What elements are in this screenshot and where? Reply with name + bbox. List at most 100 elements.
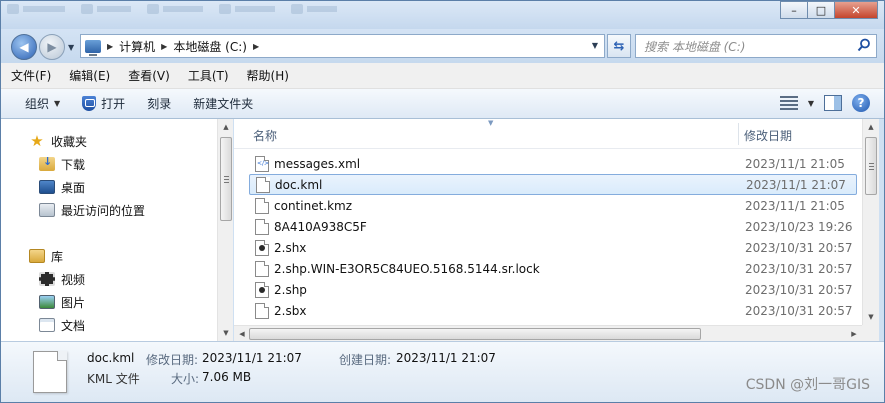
nav-pictures[interactable]: 图片 <box>39 292 85 312</box>
chevron-right-icon[interactable]: ▶ <box>161 42 167 51</box>
nav-label: 视频 <box>61 272 86 287</box>
file-name: 8A410A938C5F <box>274 219 367 234</box>
nav-label: 桌面 <box>61 180 86 195</box>
details-pane: doc.kml KML 文件 修改日期: 2023/11/1 21:07 创建日… <box>1 341 884 402</box>
details-file-name: doc.kml <box>87 351 135 365</box>
scrollbar-thumb[interactable] <box>865 137 877 195</box>
file-icon <box>255 302 269 319</box>
breadcrumb-computer[interactable]: 计算机 <box>119 38 155 55</box>
menu-tools[interactable]: 工具(T) <box>188 67 229 84</box>
nav-recent-places[interactable]: 最近访问的位置 <box>39 200 145 220</box>
scroll-down-icon[interactable]: ▼ <box>863 309 879 325</box>
search-input[interactable]: 搜索 本地磁盘 (C:) <box>635 34 877 58</box>
open-button[interactable]: 打开 <box>82 95 125 112</box>
menu-view[interactable]: 查看(V) <box>128 67 170 84</box>
new-folder-button[interactable]: 新建文件夹 <box>193 95 253 112</box>
forward-button[interactable]: ▶ <box>39 34 65 60</box>
nav-documents[interactable]: 文档 <box>39 315 85 335</box>
menu-edit[interactable]: 编辑(E) <box>69 67 110 84</box>
file-row[interactable]: 2.shp 2023/10/31 20:57 <box>249 279 857 300</box>
column-modified-date[interactable]: 修改日期 <box>744 127 792 144</box>
details-created-label: 创建日期: <box>339 353 392 367</box>
details-size-label: 大小: <box>171 372 200 386</box>
shield-icon <box>82 96 97 111</box>
open-label: 打开 <box>101 97 126 111</box>
view-controls: ▼ ? <box>779 94 870 112</box>
file-list-vertical-scrollbar[interactable]: ▲ ▼ <box>862 119 879 325</box>
navigation-pane: ★ 收藏夹 下载 桌面 最近访问的位置 库 视频 图片 文档 <box>1 119 233 341</box>
minimize-button[interactable]: – <box>780 1 808 19</box>
desktop-icon <box>39 180 55 194</box>
menu-bar: 文件(F) 编辑(E) 查看(V) 工具(T) 帮助(H) <box>1 63 884 89</box>
close-button[interactable]: ✕ <box>834 1 878 19</box>
scrollbar-thumb[interactable] <box>220 137 232 221</box>
search-icon[interactable] <box>857 38 871 52</box>
breadcrumb-local-disk[interactable]: 本地磁盘 (C:) <box>173 38 247 55</box>
file-list: ▼ 名称 修改日期 messages.xml 2023/11/1 21:05 doc… <box>234 119 862 325</box>
file-row[interactable]: continet.kmz 2023/11/1 21:05 <box>249 195 857 216</box>
help-icon[interactable]: ? <box>852 94 870 112</box>
scroll-down-icon[interactable]: ▼ <box>218 325 234 341</box>
scroll-up-icon[interactable]: ▲ <box>863 119 879 135</box>
nav-libraries[interactable]: 库 <box>29 246 63 266</box>
chevron-right-icon[interactable]: ▶ <box>253 42 259 51</box>
menu-help[interactable]: 帮助(H) <box>247 67 289 84</box>
address-history-dropdown-icon[interactable]: ▼ <box>592 41 598 50</box>
maximize-button[interactable]: □ <box>807 1 835 19</box>
column-name[interactable]: 名称 <box>253 127 277 144</box>
file-modified-date: 2023/10/31 20:57 <box>745 261 853 276</box>
scroll-left-icon[interactable]: ◀ <box>234 326 250 342</box>
search-placeholder: 搜索 本地磁盘 (C:) <box>644 39 746 54</box>
nav-downloads[interactable]: 下载 <box>39 154 85 174</box>
file-name: messages.xml <box>274 156 361 171</box>
file-list-horizontal-scrollbar[interactable]: ◀ ▶ <box>234 325 862 341</box>
file-row[interactable]: doc.kml 2023/11/1 21:07 <box>249 174 857 195</box>
libraries-icon <box>29 249 45 263</box>
menu-file[interactable]: 文件(F) <box>11 67 51 84</box>
refresh-button[interactable]: ⇆ <box>607 34 631 58</box>
address-bar[interactable]: ▶ 计算机 ▶ 本地磁盘 (C:) ▶ ▼ <box>80 34 605 58</box>
column-divider[interactable] <box>738 123 739 145</box>
back-button[interactable]: ◀ <box>11 34 37 60</box>
command-bar: 组织 ▼ 打开 刻录 新建文件夹 ▼ ? <box>1 89 884 119</box>
file-name: 2.shp.WIN-E3OR5C84UEO.5168.5144.sr.lock <box>274 261 540 276</box>
file-row[interactable]: 2.sbx 2023/10/31 20:57 <box>249 300 857 321</box>
chevron-right-icon[interactable]: ▶ <box>107 42 113 51</box>
file-modified-date: 2023/11/1 21:07 <box>746 177 846 192</box>
recent-pages-dropdown-icon[interactable]: ▼ <box>68 43 74 52</box>
details-size-value: 7.06 MB <box>202 370 252 384</box>
nav-label: 下载 <box>61 157 86 172</box>
nav-favorites[interactable]: ★ 收藏夹 <box>29 131 87 151</box>
file-row[interactable]: messages.xml 2023/11/1 21:05 <box>249 153 857 174</box>
file-name: 2.shx <box>274 240 307 255</box>
file-modified-date: 2023/10/23 19:26 <box>745 219 853 234</box>
file-modified-date: 2023/11/1 21:05 <box>745 156 845 171</box>
file-row[interactable]: 8A410A938C5F 2023/10/23 19:26 <box>249 216 857 237</box>
nav-videos[interactable]: 视频 <box>39 269 85 289</box>
window-controls: – □ ✕ <box>780 1 878 19</box>
nav-label: 库 <box>51 249 64 264</box>
file-icon <box>256 176 270 193</box>
details-modified-value: 2023/11/1 21:07 <box>202 351 302 365</box>
nav-desktop[interactable]: 桌面 <box>39 177 85 197</box>
pictures-icon <box>39 295 55 309</box>
view-dropdown-icon[interactable]: ▼ <box>808 99 814 108</box>
change-view-icon[interactable] <box>779 96 798 110</box>
navigation-pane-scrollbar[interactable]: ▲ ▼ <box>217 119 233 341</box>
shape-file-icon <box>255 281 269 298</box>
documents-icon <box>39 318 55 332</box>
scroll-right-icon[interactable]: ▶ <box>846 326 862 342</box>
file-row[interactable]: 2.shx 2023/10/31 20:57 <box>249 237 857 258</box>
file-name: doc.kml <box>275 177 323 192</box>
scrollbar-corner <box>862 325 879 341</box>
organize-button[interactable]: 组织 ▼ <box>25 95 60 112</box>
burn-button[interactable]: 刻录 <box>147 95 171 112</box>
nav-label: 最近访问的位置 <box>61 203 146 218</box>
scroll-up-icon[interactable]: ▲ <box>218 119 234 135</box>
scrollbar-thumb[interactable] <box>249 328 701 340</box>
preview-pane-icon[interactable] <box>824 95 842 111</box>
file-name: 2.sbx <box>274 303 307 318</box>
file-row[interactable]: 2.shp.WIN-E3OR5C84UEO.5168.5144.sr.lock 2… <box>249 258 857 279</box>
nav-label: 图片 <box>61 295 86 310</box>
downloads-folder-icon <box>39 155 55 171</box>
